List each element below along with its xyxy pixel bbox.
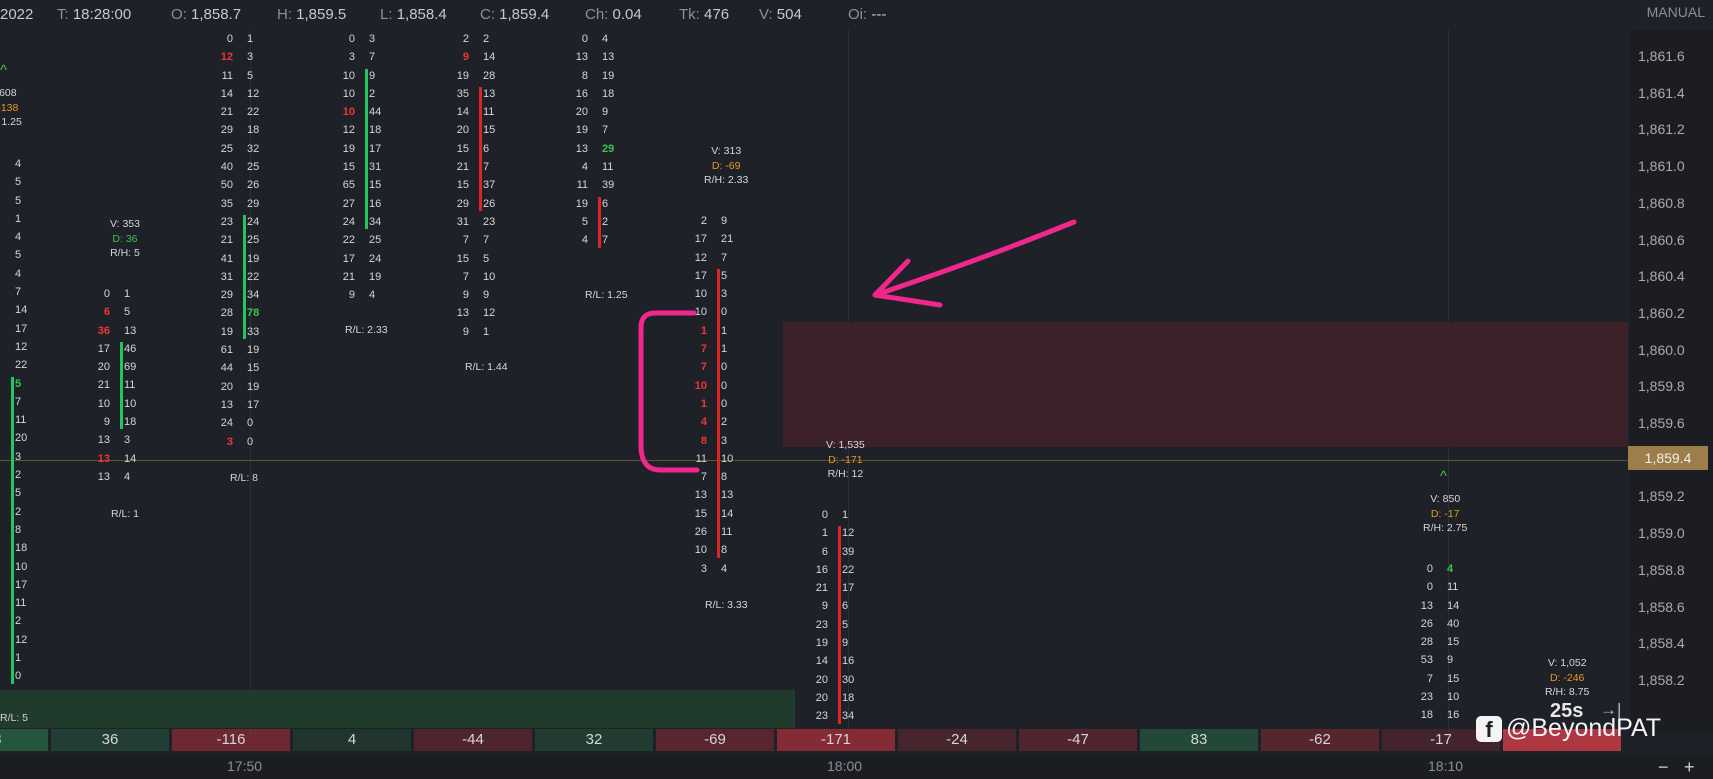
annotation-overlay — [638, 219, 1077, 473]
annotation-bracket — [638, 310, 700, 473]
annotation-arrow — [872, 219, 1077, 298]
